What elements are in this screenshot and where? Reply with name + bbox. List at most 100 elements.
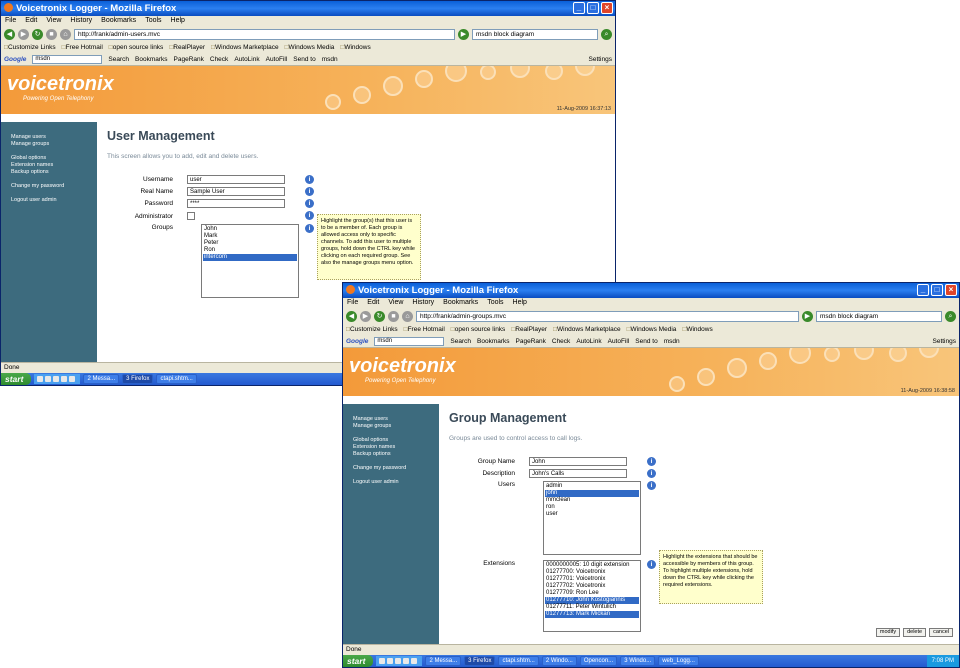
menu-tools[interactable]: Tools (487, 299, 503, 308)
sidebar-item-backup-options[interactable]: Backup options (353, 451, 439, 458)
home-icon[interactable]: ⌂ (402, 311, 413, 322)
modify-button[interactable]: modify (875, 628, 901, 637)
menu-history[interactable]: History (412, 299, 434, 308)
stop-icon[interactable]: ■ (46, 29, 57, 40)
list-item[interactable]: Mark (203, 233, 297, 240)
menu-help[interactable]: Help (171, 17, 185, 26)
info-icon[interactable]: i (647, 457, 656, 466)
info-icon[interactable]: i (305, 187, 314, 196)
google-autolink[interactable]: AutoLink (576, 338, 601, 345)
bookmark-item[interactable]: Windows Media (627, 326, 677, 334)
info-icon[interactable]: i (305, 175, 314, 184)
google-check-button[interactable]: Check (552, 338, 570, 345)
menu-help[interactable]: Help (513, 299, 527, 308)
list-item[interactable]: mmclean (545, 497, 639, 504)
description-field[interactable]: John's Calls (529, 469, 627, 478)
stop-icon[interactable]: ■ (388, 311, 399, 322)
menu-bookmarks[interactable]: Bookmarks (101, 17, 136, 26)
google-bookmarks-button[interactable]: Bookmarks (477, 338, 510, 345)
list-item[interactable]: 01277700: Voicetronix (545, 569, 639, 576)
sidebar-item-logout[interactable]: Logout user admin (11, 197, 97, 204)
info-icon[interactable]: i (647, 560, 656, 569)
list-item[interactable]: intercom (203, 254, 297, 261)
close-icon[interactable]: × (945, 284, 957, 296)
google-msdn[interactable]: msdn (322, 56, 338, 63)
taskbar-item[interactable]: Opencon... (579, 656, 618, 666)
list-item[interactable]: 01277713: Mark Mickan (545, 611, 639, 618)
taskbar-item[interactable]: ctapi.shtm... (498, 656, 539, 666)
username-field[interactable]: user (187, 175, 285, 184)
extensions-listbox[interactable]: 0000000005: 10 digit extension 01277700:… (543, 560, 641, 632)
groups-listbox[interactable]: John Mark Peter Ron intercom (201, 224, 299, 298)
list-item[interactable]: 01277711: Peter Wintulich (545, 604, 639, 611)
sidebar-item-manage-users[interactable]: Manage users (353, 416, 439, 423)
start-button[interactable]: start (343, 655, 374, 667)
taskbar-item[interactable]: 2 Windo... (541, 656, 577, 666)
sidebar-item-extension-names[interactable]: Extension names (11, 162, 97, 169)
menu-tools[interactable]: Tools (145, 17, 161, 26)
list-item[interactable]: admin (545, 483, 639, 490)
sidebar-item-global-options[interactable]: Global options (11, 155, 97, 162)
users-listbox[interactable]: admin john mmclean ron user (543, 481, 641, 555)
list-item[interactable]: 01277709: Ron Lee (545, 590, 639, 597)
minimize-icon[interactable]: _ (573, 2, 585, 14)
sidebar-item-manage-users[interactable]: Manage users (11, 134, 97, 141)
minimize-icon[interactable]: _ (917, 284, 929, 296)
sidebar-item-logout[interactable]: Logout user admin (353, 479, 439, 486)
administrator-checkbox[interactable] (187, 212, 195, 220)
delete-button[interactable]: delete (903, 628, 927, 637)
sidebar-item-change-password[interactable]: Change my password (353, 465, 439, 472)
sidebar-item-global-options[interactable]: Global options (353, 437, 439, 444)
bookmark-item[interactable]: Customize Links (346, 326, 398, 334)
bookmark-item[interactable]: Windows Marketplace (553, 326, 621, 334)
sidebar-item-extension-names[interactable]: Extension names (353, 444, 439, 451)
home-icon[interactable]: ⌂ (60, 29, 71, 40)
google-settings[interactable]: Settings (589, 56, 613, 63)
taskbar-item[interactable]: 3 Firefox (122, 374, 154, 384)
google-search-input[interactable]: msdn (32, 55, 103, 64)
realname-field[interactable]: Sample User (187, 187, 285, 196)
reload-icon[interactable]: ↻ (32, 29, 43, 40)
bookmark-item[interactable]: Customize Links (4, 44, 56, 52)
google-bookmarks-button[interactable]: Bookmarks (135, 56, 168, 63)
info-icon[interactable]: i (305, 211, 314, 220)
taskbar-item[interactable]: ctapi.shtm... (156, 374, 197, 384)
google-msdn[interactable]: msdn (664, 338, 680, 345)
maximize-icon[interactable]: □ (931, 284, 943, 296)
google-autofill[interactable]: AutoFill (266, 56, 288, 63)
title-bar[interactable]: Voicetronix Logger - Mozilla Firefox _ □… (1, 1, 615, 16)
back-icon[interactable]: ◀ (346, 311, 357, 322)
search-icon[interactable]: ⌕ (945, 311, 956, 322)
search-icon[interactable]: ⌕ (601, 29, 612, 40)
google-search-input[interactable]: msdn (374, 337, 445, 346)
close-icon[interactable]: × (601, 2, 613, 14)
list-item[interactable]: John (203, 226, 297, 233)
google-settings[interactable]: Settings (933, 338, 957, 345)
google-pagerank[interactable]: PageRank (516, 338, 546, 345)
bookmark-item[interactable]: Windows (340, 44, 370, 52)
taskbar-item[interactable]: web_Logg... (658, 656, 699, 666)
list-item[interactable]: Ron (203, 247, 297, 254)
menu-file[interactable]: File (347, 299, 358, 308)
info-icon[interactable]: i (647, 481, 656, 490)
url-bar[interactable]: http://frank/admin-users.mvc (74, 29, 455, 40)
bookmark-item[interactable]: open source links (109, 44, 164, 52)
google-autofill[interactable]: AutoFill (608, 338, 630, 345)
list-item[interactable]: Peter (203, 240, 297, 247)
menu-bookmarks[interactable]: Bookmarks (443, 299, 478, 308)
list-item[interactable]: user (545, 511, 639, 518)
forward-icon[interactable]: ▶ (18, 29, 29, 40)
bookmark-item[interactable]: Windows Marketplace (211, 44, 279, 52)
bookmark-item[interactable]: Free Hotmail (62, 44, 103, 52)
start-button[interactable]: start (1, 373, 32, 385)
menu-history[interactable]: History (70, 17, 92, 26)
sidebar-item-manage-groups[interactable]: Manage groups (353, 423, 439, 430)
url-bar[interactable]: http://frank/admin-groups.mvc (416, 311, 799, 322)
list-item[interactable]: 01277702: Voicetronix (545, 583, 639, 590)
info-icon[interactable]: i (305, 199, 314, 208)
google-check-button[interactable]: Check (210, 56, 228, 63)
google-autolink[interactable]: AutoLink (234, 56, 259, 63)
taskbar-item[interactable]: 2 Messa... (425, 656, 462, 666)
title-bar[interactable]: Voicetronix Logger - Mozilla Firefox _ □… (343, 283, 959, 298)
info-icon[interactable]: i (647, 469, 656, 478)
